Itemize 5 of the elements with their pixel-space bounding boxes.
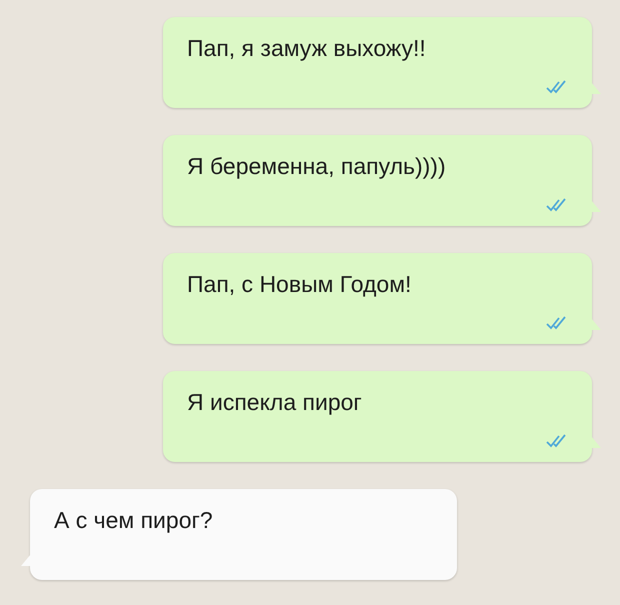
message-text: Пап, с Новым Годом! — [187, 271, 412, 298]
message-text: А с чем пирог? — [54, 507, 213, 534]
message-text: Пап, я замуж выхожу!! — [187, 35, 426, 62]
message-text: Я беременна, папуль)))) — [187, 153, 446, 180]
message-text: Я испекла пирог — [187, 389, 362, 416]
